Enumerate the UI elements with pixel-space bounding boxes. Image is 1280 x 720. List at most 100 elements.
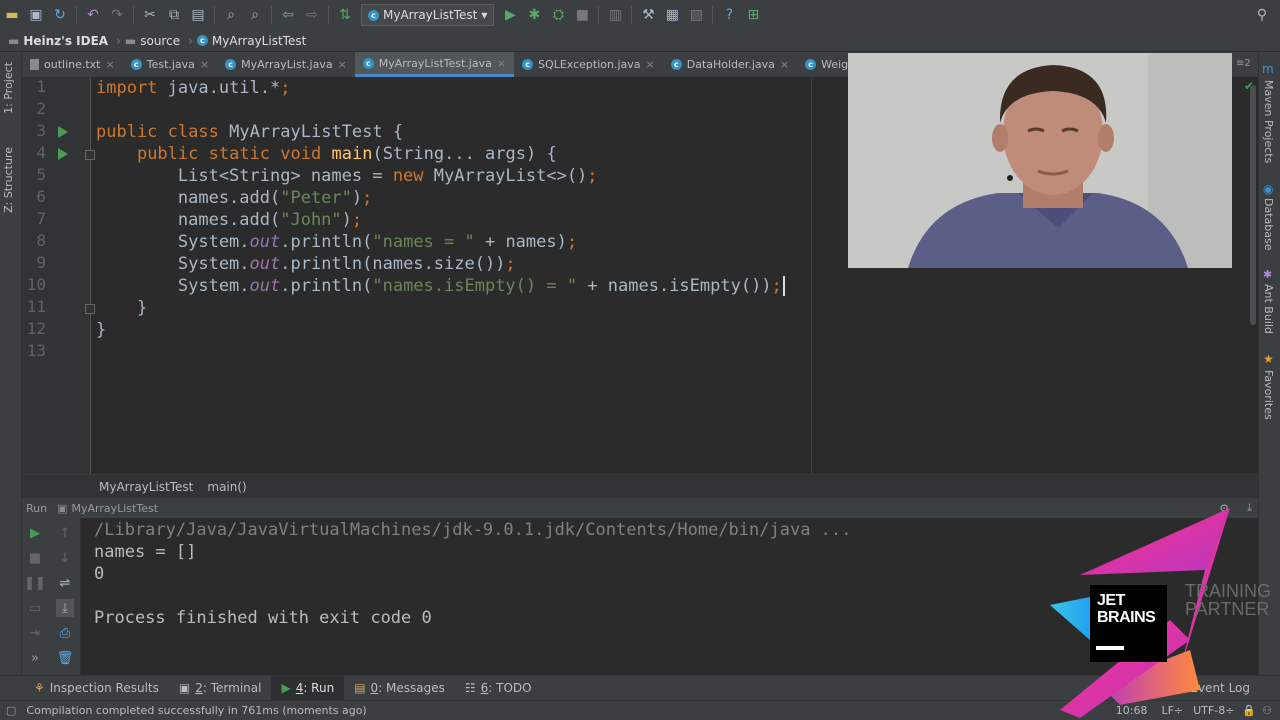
run-tab[interactable]: ▶ 4: Run [271, 675, 345, 701]
code-line[interactable]: System.out.println("names.isEmpty() = " … [96, 275, 782, 297]
code-line[interactable]: System.out.println("names = " + names); [96, 231, 577, 253]
run-gutter-icon[interactable] [58, 126, 68, 138]
editor-tab[interactable]: outline.txt × [22, 52, 123, 77]
scroll-down-icon[interactable]: ↓ [56, 549, 74, 567]
toolbar-divider [76, 6, 77, 24]
run-config-tab[interactable]: ▣ MyArrayListTest [57, 502, 158, 515]
scroll-to-end-icon[interactable]: ⤓ [56, 599, 74, 617]
rerun-icon[interactable]: ▶ [26, 524, 44, 542]
close-icon[interactable]: × [497, 57, 506, 70]
run-icon[interactable]: ▶ [498, 3, 522, 27]
run-panel-title: Run [26, 501, 48, 515]
tabs-overflow-indicator[interactable]: ≡2 [1236, 58, 1251, 69]
print-icon[interactable]: ⎙ [56, 624, 74, 642]
line-number: 6 [36, 187, 46, 206]
build-icon[interactable]: ⇅ [333, 3, 357, 27]
tool-windows-toggle-icon[interactable]: ▢ [6, 704, 16, 717]
more-icon[interactable]: » [26, 649, 44, 667]
code-line[interactable]: } [96, 297, 147, 319]
console-output-line: names = [] [94, 542, 197, 562]
line-number: 8 [36, 231, 46, 250]
editor-tab[interactable]: c MyArrayList.java × [217, 52, 355, 77]
project-structure-icon[interactable]: ▥ [603, 3, 627, 27]
editor-tab[interactable]: c MyArrayListTest.java × [354, 52, 515, 77]
code-line[interactable]: public static void main(String... args) … [96, 143, 557, 165]
breadcrumb-class-item[interactable]: MyArrayListTest [99, 480, 193, 494]
scroll-up-icon[interactable]: ↑ [56, 524, 74, 542]
close-icon[interactable]: × [646, 58, 655, 71]
paste-icon[interactable]: ▤ [186, 3, 210, 27]
undo-icon[interactable]: ↶ [81, 3, 105, 27]
close-icon[interactable]: × [200, 58, 209, 71]
replace-icon[interactable]: ⌕ [243, 3, 267, 27]
breadcrumb-label: Heinz's IDEA [23, 33, 109, 48]
code-line[interactable]: names.add("John"); [96, 209, 362, 231]
maven-projects-tool-button[interactable]: Maven Projects [1262, 80, 1275, 163]
code-line[interactable]: } [96, 319, 106, 341]
editor-scrollbar[interactable] [1250, 85, 1256, 325]
code-line[interactable]: import java.util.*; [96, 77, 291, 99]
soft-wrap-icon[interactable]: ⇌ [56, 574, 74, 592]
open-folder-icon[interactable]: ▬ [0, 3, 24, 27]
editor-tab[interactable]: c SQLException.java × [514, 52, 663, 77]
class-icon: c [225, 59, 237, 70]
ant-build-tool-button[interactable]: Ant Build [1262, 284, 1275, 334]
clear-console-icon[interactable]: 🗑 [56, 649, 74, 667]
pause-icon[interactable]: ❚❚ [24, 574, 46, 592]
breadcrumb-method-item[interactable]: main() [207, 480, 246, 494]
help-icon[interactable]: ? [717, 3, 741, 27]
breadcrumb-project[interactable]: ▬ Heinz's IDEA › [8, 34, 121, 48]
settings-icon[interactable]: ⚒ [636, 3, 660, 27]
code-line[interactable]: List<String> names = new MyArrayList<>()… [96, 165, 598, 187]
todo-tab[interactable]: ☷ 6: TODO [455, 676, 542, 701]
breadcrumb-class[interactable]: c MyArrayListTest [196, 34, 306, 48]
find-icon[interactable]: ⌕ [219, 3, 243, 27]
training-partner-label: TRAINING PARTNER [1185, 581, 1272, 619]
exit-icon[interactable]: ⇥ [26, 624, 44, 642]
editor-tab[interactable]: c Test.java × [123, 52, 217, 77]
search-everywhere-icon[interactable]: ⚲ [1250, 3, 1274, 27]
chevron-right-icon: › [116, 33, 121, 48]
run-gutter-icon[interactable] [58, 148, 68, 160]
fold-marker-icon[interactable] [85, 304, 95, 314]
dump-threads-icon[interactable]: ▭ [26, 599, 44, 617]
debug-icon[interactable]: ✱ [522, 3, 546, 27]
class-icon: c [196, 35, 208, 46]
tab-label: 4: Run [295, 681, 335, 695]
cut-icon[interactable]: ✂ [138, 3, 162, 27]
project-tool-button[interactable]: 1: Project [2, 62, 15, 114]
close-icon[interactable]: × [338, 58, 347, 71]
class-icon: c [522, 59, 534, 70]
coverage-icon[interactable]: ⛭ [546, 3, 570, 27]
stop-icon[interactable]: ■ [570, 3, 594, 27]
database-tool-button[interactable]: Database [1262, 198, 1275, 251]
structure-tool-button[interactable]: Z: Structure [2, 147, 15, 213]
code-line[interactable]: System.out.println(names.size()); [96, 253, 516, 275]
copy-icon[interactable]: ⧉ [162, 3, 186, 27]
close-icon[interactable]: × [780, 58, 789, 71]
fold-marker-icon[interactable] [85, 150, 95, 160]
plugin-icon[interactable]: ⊞ [741, 3, 765, 27]
main-toolbar: ▬ ▣ ↻ ↶ ↷ ✂ ⧉ ▤ ⌕ ⌕ ⇦ ⇨ ⇅ c MyArrayListT… [0, 0, 1280, 30]
star-icon: ★ [1263, 352, 1274, 366]
messages-icon: ▤ [354, 681, 366, 695]
editor-tab[interactable]: c DataHolder.java × [663, 52, 797, 77]
messages-tab[interactable]: ▤ 0: Messages [344, 676, 455, 701]
inspection-results-tab[interactable]: ⚘ Inspection Results [0, 676, 169, 701]
run-configuration-select[interactable]: c MyArrayListTest ▾ [361, 4, 495, 26]
save-all-icon[interactable]: ▣ [24, 3, 48, 27]
terminal-tab[interactable]: ▣ 2: Terminal [169, 676, 272, 701]
vcs-icon[interactable]: ▨ [684, 3, 708, 27]
text-caret [782, 276, 785, 296]
back-icon[interactable]: ⇦ [276, 3, 300, 27]
breadcrumb-source[interactable]: ▬ source › [125, 34, 193, 48]
close-icon[interactable]: × [106, 58, 115, 71]
forward-icon[interactable]: ⇨ [300, 3, 324, 27]
synchronize-icon[interactable]: ↻ [48, 3, 72, 27]
favorites-tool-button[interactable]: Favorites [1262, 370, 1275, 420]
code-line[interactable]: names.add("Peter"); [96, 187, 373, 209]
redo-icon[interactable]: ↷ [105, 3, 129, 27]
code-line[interactable]: public class MyArrayListTest { [96, 121, 403, 143]
sdk-icon[interactable]: ▦ [660, 3, 684, 27]
stop-run-icon[interactable]: ■ [26, 549, 44, 567]
